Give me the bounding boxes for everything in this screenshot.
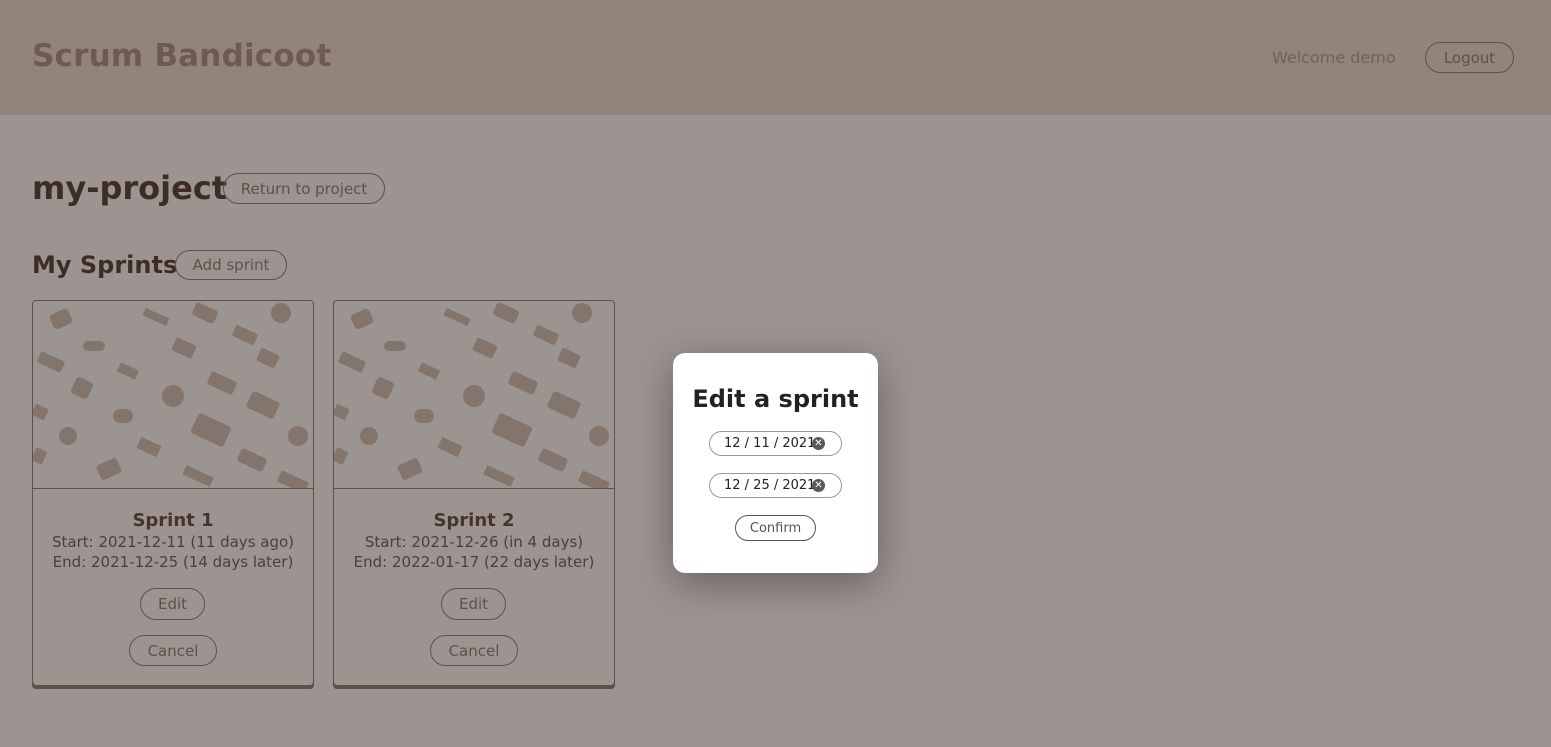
confirm-button[interactable]: Confirm bbox=[735, 515, 816, 541]
start-date-input[interactable]: 12 / 11 / 2021 ✕ bbox=[709, 431, 842, 456]
clear-circle-icon[interactable]: ✕ bbox=[812, 479, 825, 492]
modal-title: Edit a sprint bbox=[692, 385, 859, 413]
end-date-input[interactable]: 12 / 25 / 2021 ✕ bbox=[709, 473, 842, 498]
edit-sprint-modal: Edit a sprint 12 / 11 / 2021 ✕ 12 / 25 /… bbox=[673, 353, 878, 573]
clear-circle-icon[interactable]: ✕ bbox=[812, 437, 825, 450]
